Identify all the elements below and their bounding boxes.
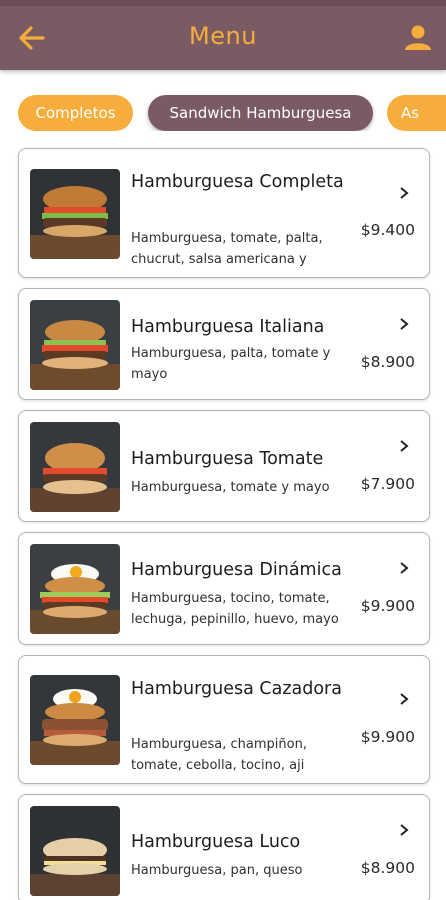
category-chip-label: As bbox=[401, 104, 420, 122]
page-title: Menu bbox=[189, 22, 257, 50]
product-description: Hamburguesa, tomate y mayo bbox=[131, 480, 330, 495]
product-price: $9.400 bbox=[360, 221, 415, 239]
product-description: Hamburguesa, champiñon, tomate, cebolla,… bbox=[131, 737, 307, 773]
product-name: Hamburguesa Tomate bbox=[131, 449, 324, 469]
status-strip bbox=[0, 0, 446, 6]
product-image bbox=[30, 300, 120, 390]
category-tabs: Completos Sandwich Hamburguesa As bbox=[0, 95, 446, 131]
product-description: Hamburguesa, tomate, palta, chucrut, sal… bbox=[131, 231, 323, 267]
product-description: Hamburguesa, tocino, tomate, lechuga, pe… bbox=[131, 591, 339, 627]
category-chip-label: Sandwich Hamburguesa bbox=[169, 104, 352, 122]
product-name: Hamburguesa Luco bbox=[131, 832, 301, 852]
app-bar: Menu bbox=[0, 0, 446, 70]
product-image bbox=[30, 675, 120, 765]
product-card[interactable]: Hamburguesa Cazadora Hamburguesa, champi… bbox=[18, 655, 430, 784]
category-chip-label: Completos bbox=[35, 104, 116, 122]
chevron-right-icon bbox=[400, 693, 409, 705]
chevron-right-icon bbox=[400, 562, 409, 574]
product-card[interactable]: Hamburguesa Tomate Hamburguesa, tomate y… bbox=[18, 410, 430, 522]
product-price: $9.900 bbox=[360, 597, 415, 615]
product-description: Hamburguesa, pan, queso bbox=[131, 863, 303, 878]
chevron-right-icon bbox=[400, 824, 409, 836]
chevron-right-icon bbox=[400, 318, 409, 330]
chevron-right-icon bbox=[400, 440, 409, 452]
category-chip-sandwich-hamburguesa[interactable]: Sandwich Hamburguesa bbox=[148, 95, 373, 131]
product-name: Hamburguesa Italiana bbox=[131, 317, 325, 337]
person-icon bbox=[405, 25, 431, 50]
chevron-right-icon bbox=[400, 187, 409, 199]
product-card[interactable]: Hamburguesa Italiana Hamburguesa, palta,… bbox=[18, 288, 430, 400]
category-chip-completos[interactable]: Completos bbox=[18, 95, 133, 131]
product-price: $9.900 bbox=[360, 728, 415, 746]
product-price: $7.900 bbox=[360, 475, 415, 493]
product-card[interactable]: Hamburguesa Completa Hamburguesa, tomate… bbox=[18, 148, 430, 278]
product-name: Hamburguesa Dinámica bbox=[131, 560, 342, 580]
profile-button[interactable] bbox=[400, 20, 436, 56]
product-price: $8.900 bbox=[360, 859, 415, 877]
product-image bbox=[30, 806, 120, 896]
product-description: Hamburguesa, palta, tomate y mayo bbox=[131, 346, 331, 382]
product-name: Hamburguesa Completa bbox=[131, 172, 344, 192]
product-card[interactable]: Hamburguesa Luco Hamburguesa, pan, queso… bbox=[18, 794, 430, 900]
category-chip-as[interactable]: As bbox=[387, 95, 446, 131]
product-name: Hamburguesa Cazadora bbox=[131, 679, 342, 699]
product-image bbox=[30, 544, 120, 634]
product-price: $8.900 bbox=[360, 353, 415, 371]
product-image bbox=[30, 169, 120, 259]
product-image bbox=[30, 422, 120, 512]
product-card[interactable]: Hamburguesa Dinámica Hamburguesa, tocino… bbox=[18, 532, 430, 645]
